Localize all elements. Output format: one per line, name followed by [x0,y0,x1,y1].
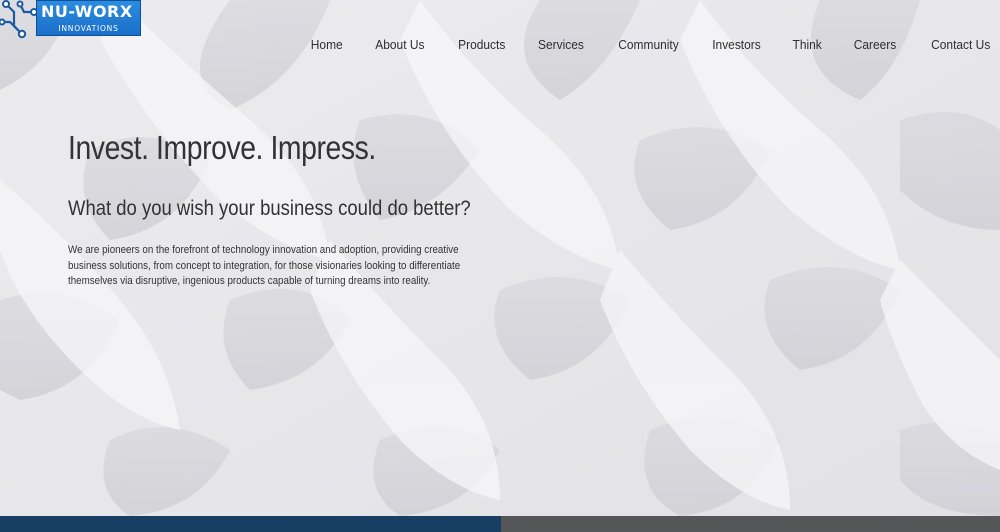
site-logo[interactable]: NU-WORX INNOVATIONS [0,0,142,40]
logo-wordmark: NU-WORX INNOVATIONS [36,0,141,36]
hero-subtitle: What do you wish your business could do … [68,197,471,220]
logo-title: NU-WORX [41,2,133,21]
nav-item-products[interactable]: Products [458,37,505,52]
main-nav: Home About Us Products Services Communit… [279,34,990,54]
circuit-icon [0,0,38,39]
hero-description: We are pioneers on the forefront of tech… [68,244,461,287]
nav-item-home[interactable]: Home [311,37,343,52]
nav-item-services[interactable]: Services [538,37,584,52]
footer-bar-right [501,516,1000,532]
logo-subtitle: INNOVATIONS [58,24,119,33]
nav-item-community[interactable]: Community [618,37,678,52]
page: NU-WORX INNOVATIONS Home About Us Produc… [0,0,1000,532]
hero-title: Invest. Improve. Impress. [68,129,376,166]
footer-bar-left [0,516,501,532]
nav-item-about-us[interactable]: About Us [376,37,425,52]
nav-item-contact-us[interactable]: Contact Us [931,37,990,52]
nav-item-think[interactable]: Think [792,37,821,52]
nav-item-investors[interactable]: Investors [712,37,761,52]
nav-item-careers[interactable]: Careers [854,37,897,52]
